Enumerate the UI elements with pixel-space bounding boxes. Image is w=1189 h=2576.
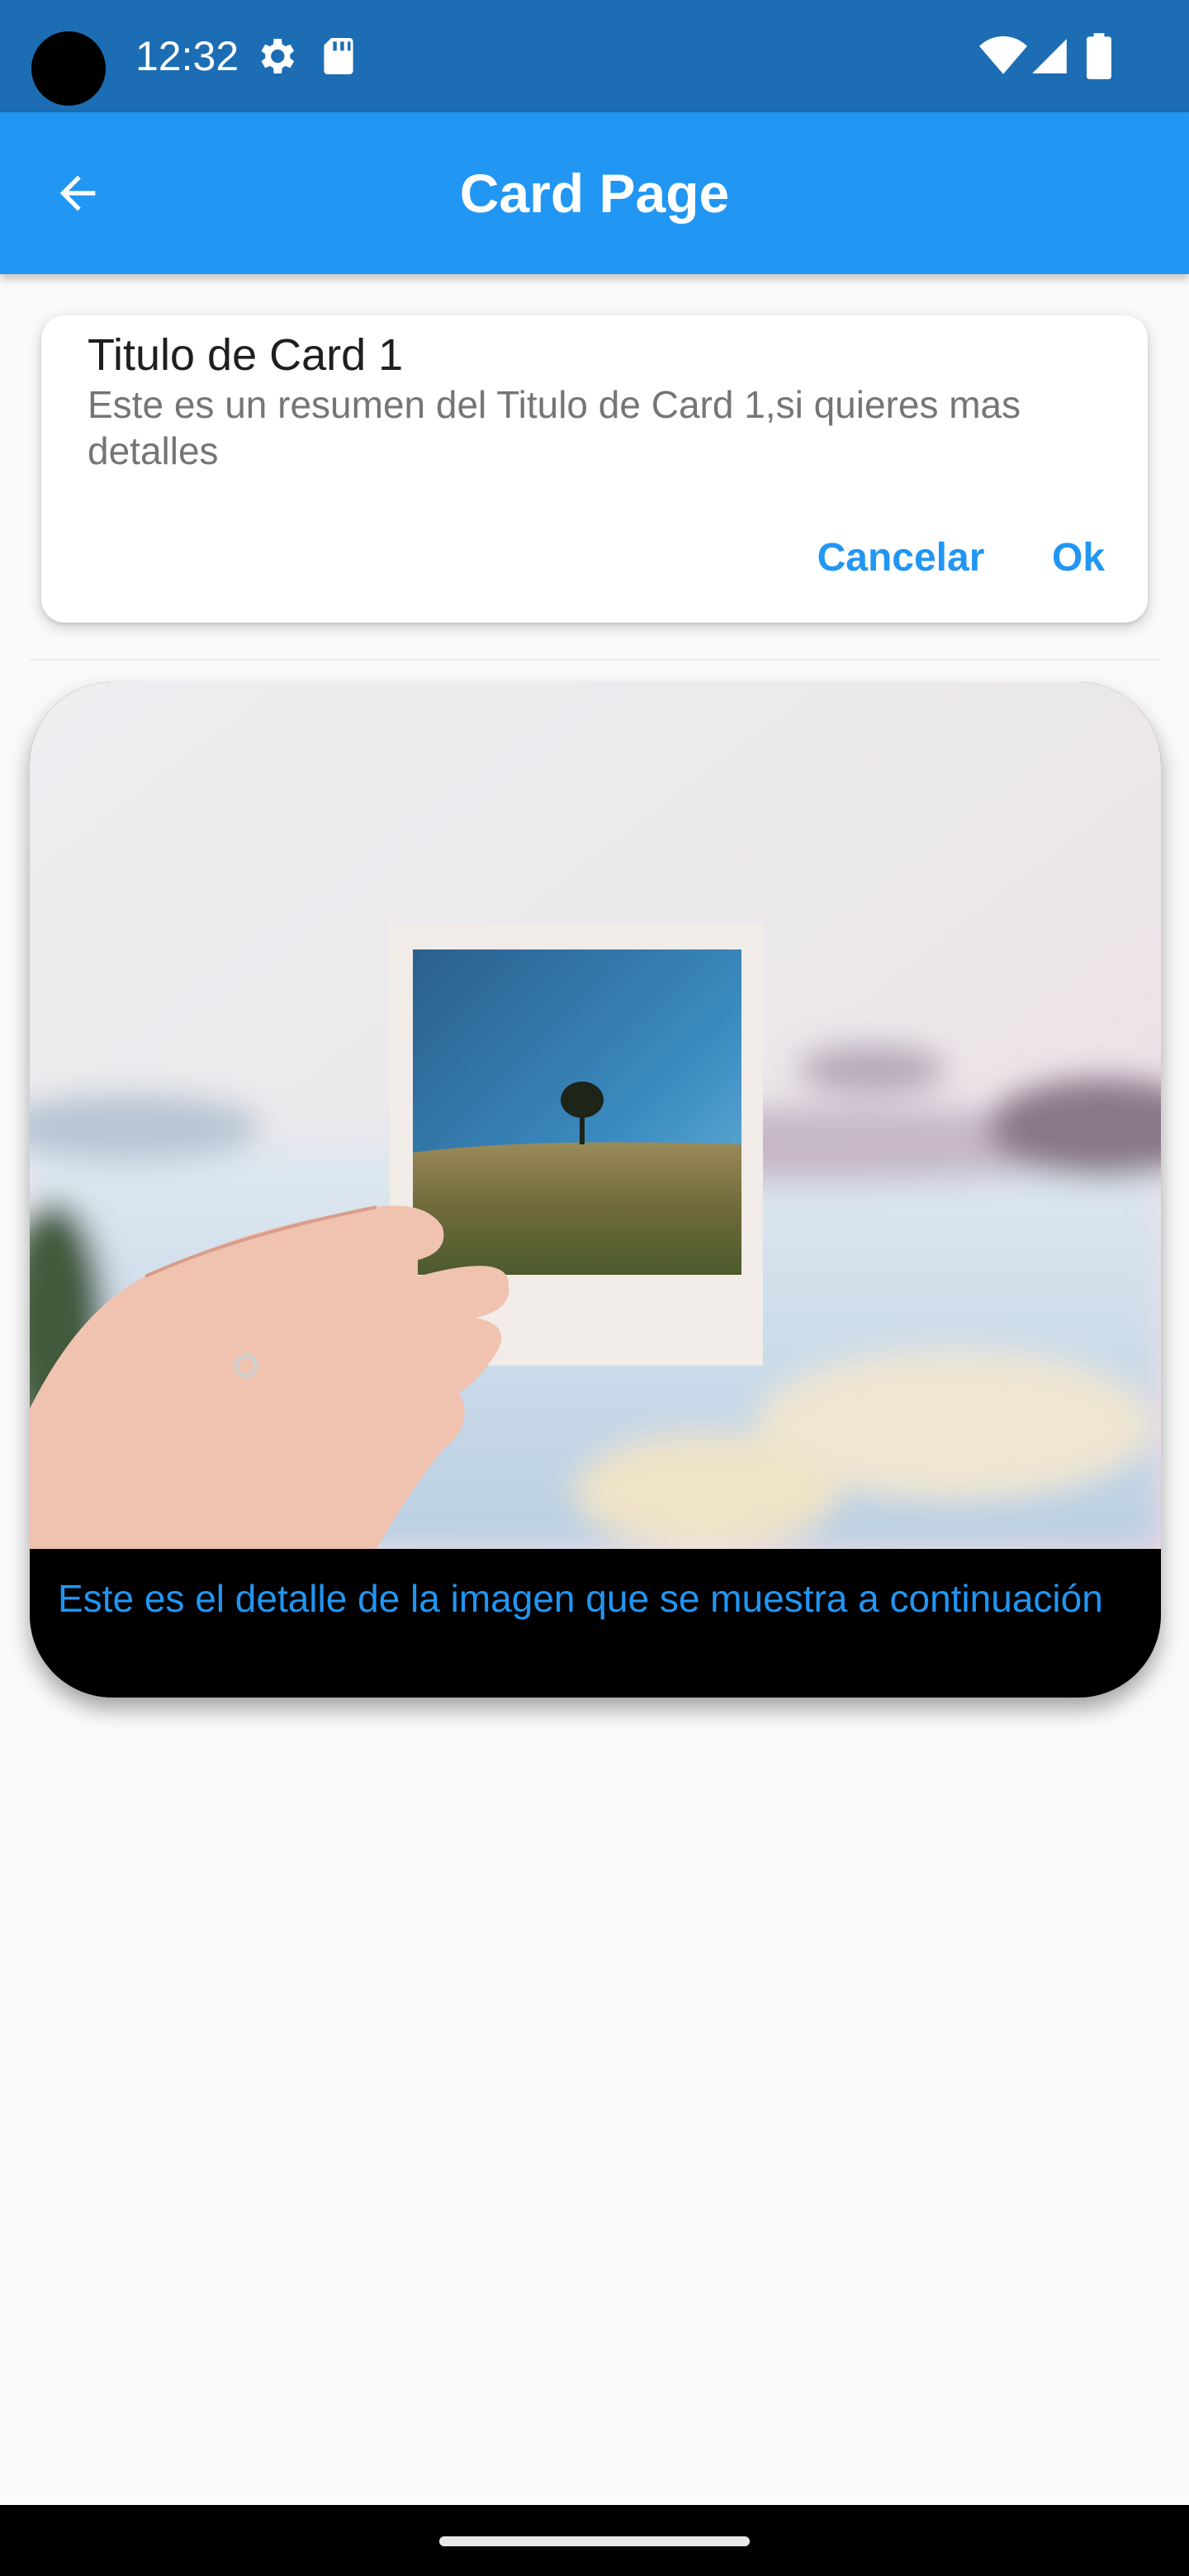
status-time: 12:32 <box>135 33 239 79</box>
page-title: Card Page <box>459 163 730 224</box>
battery-icon <box>1087 33 1111 79</box>
back-button[interactable] <box>38 154 117 233</box>
card-title: Titulo de Card 1 <box>88 330 404 380</box>
wifi-icon <box>979 36 1027 74</box>
arrow-back-icon <box>59 175 96 211</box>
cancel-button[interactable]: Cancelar <box>765 520 1037 596</box>
cell-signal-icon <box>1032 39 1067 73</box>
image-card[interactable]: Este es el detalle de la imagen que se m… <box>30 682 1161 1698</box>
navigation-bar <box>0 2505 1189 2576</box>
sd-card-icon <box>324 38 353 74</box>
divider <box>30 659 1161 661</box>
polaroid-photo-image <box>30 682 1161 1549</box>
summary-card: Titulo de Card 1 Este es un resumen del … <box>41 315 1148 623</box>
settings-gear-icon <box>261 39 295 73</box>
ok-button[interactable]: Ok <box>1029 520 1128 596</box>
camera-cutout <box>31 31 106 106</box>
app-bar: Card Page <box>0 112 1189 274</box>
card-subtitle: Este es un resumen del Titulo de Card 1,… <box>88 383 1021 472</box>
status-bar: 12:32 <box>0 0 1189 112</box>
home-gesture-handle[interactable] <box>439 2536 750 2546</box>
image-caption: Este es el detalle de la imagen que se m… <box>58 1577 1103 1620</box>
